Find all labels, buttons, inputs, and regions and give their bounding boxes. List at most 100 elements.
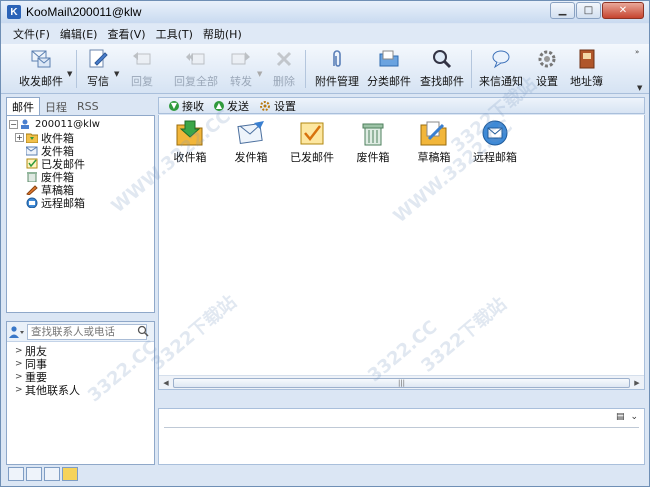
classify-folder-icon xyxy=(378,48,400,70)
delete-button[interactable]: 删除 xyxy=(273,46,295,92)
notify-button[interactable]: 来信通知 xyxy=(479,46,523,92)
layout-view-2-icon[interactable] xyxy=(26,467,42,481)
compose-button[interactable]: 写信 xyxy=(87,46,109,92)
forward-label: 转发 xyxy=(230,75,252,88)
folder-item-label: 已发邮件 xyxy=(290,151,334,164)
document-icon[interactable]: ▤ xyxy=(616,412,625,422)
toolbar-separator xyxy=(471,50,472,88)
settings-button[interactable]: 设置 xyxy=(536,46,558,92)
reply-button[interactable]: 回复 xyxy=(131,46,153,92)
menu-view[interactable]: 查看(V) xyxy=(107,26,145,42)
delete-icon xyxy=(273,48,295,70)
double-chevron-down-icon[interactable]: ⌄ xyxy=(630,412,638,422)
window-title: KooMail\200011@klw xyxy=(26,5,142,19)
settings-label: 设置 xyxy=(536,75,558,88)
account-icon xyxy=(21,119,29,129)
forward-button[interactable]: 转发 xyxy=(230,46,252,92)
find-mail-button[interactable]: 查找邮件 xyxy=(420,46,464,92)
app-window: K KooMail\200011@klw ▁ □ ✕ 文件(F) 编辑(E) 查… xyxy=(0,0,650,487)
toolbar-separator xyxy=(76,50,77,88)
toolbar-overflow-icon[interactable]: » xyxy=(635,48,639,56)
compose-dropdown-icon[interactable]: ▼ xyxy=(114,70,119,78)
contact-group-label: 其他联系人 xyxy=(25,383,80,397)
receive-icon: ▼ xyxy=(169,100,179,111)
tree-folder-label: 远程邮箱 xyxy=(41,196,85,210)
sub-settings-button[interactable]: 设置 xyxy=(259,98,296,114)
layout-switcher xyxy=(6,465,646,483)
folder-item-label: 废件箱 xyxy=(356,151,390,164)
tab-mail[interactable]: 邮件 xyxy=(6,97,40,115)
attachments-button[interactable]: 附件管理 xyxy=(315,46,359,92)
collapse-icon[interactable]: − xyxy=(9,120,18,129)
toolbar-separator xyxy=(305,50,306,88)
person-icon[interactable] xyxy=(9,325,27,339)
tab-calendar[interactable]: 日程 xyxy=(40,98,72,115)
reply-all-button[interactable]: 回复全部 xyxy=(174,46,218,92)
scroll-right-icon[interactable]: ▶ xyxy=(630,376,644,390)
speech-bubble-icon xyxy=(490,48,512,70)
maximize-button[interactable]: □ xyxy=(576,2,601,19)
forward-icon xyxy=(230,48,252,70)
toolbar-collapse-icon[interactable]: ▼ xyxy=(637,84,642,92)
inbox-folder-icon xyxy=(176,120,203,146)
settings-gear-icon xyxy=(260,100,270,111)
folder-item-outbox[interactable]: 发件箱 xyxy=(221,119,281,165)
minimize-button[interactable]: ▁ xyxy=(550,2,575,19)
folder-item-trash[interactable]: 废件箱 xyxy=(343,119,403,165)
send-button[interactable]: ▲ 发送 xyxy=(214,98,249,114)
window-controls: ▁ □ ✕ xyxy=(550,2,644,19)
layout-view-1-icon[interactable] xyxy=(8,467,24,481)
address-book-label: 地址簿 xyxy=(570,75,603,88)
notes-icon[interactable] xyxy=(62,467,78,481)
preview-divider xyxy=(164,427,639,428)
contact-groups: > 朋友 > 同事 > 重要 > 其他联系人 xyxy=(7,342,154,397)
mail-sub-toolbar: ▼ 接收 ▲ 发送 设置 xyxy=(158,97,645,114)
remote-mailbox-icon xyxy=(26,197,38,208)
sent-folder-icon xyxy=(300,122,324,145)
compose-icon xyxy=(87,48,109,70)
reply-label: 回复 xyxy=(131,75,153,88)
menu-file[interactable]: 文件(F) xyxy=(13,26,50,42)
scroll-thumb[interactable]: ||| xyxy=(173,377,630,388)
right-panel: ▼ 接收 ▲ 发送 设置 收件箱 发件箱 已发邮件 废件箱 草稿箱 远程邮箱 ◀… xyxy=(158,97,645,465)
search-icon[interactable] xyxy=(137,325,149,337)
contact-group-others[interactable]: > 其他联系人 xyxy=(7,383,154,397)
receive-button[interactable]: ▼ 接收 xyxy=(169,98,204,114)
send-receive-label: 收发邮件 xyxy=(19,75,63,88)
tree-folder-remote[interactable]: 远程邮箱 xyxy=(26,196,85,210)
classify-button[interactable]: 分类邮件 xyxy=(367,46,411,92)
folder-item-remote[interactable]: 远程邮箱 xyxy=(465,119,525,165)
address-book-button[interactable]: 地址簿 xyxy=(570,46,603,92)
folder-item-label: 发件箱 xyxy=(234,151,268,164)
expand-icon[interactable]: + xyxy=(15,133,24,142)
notify-label: 来信通知 xyxy=(479,75,523,88)
menu-tools[interactable]: 工具(T) xyxy=(156,26,193,42)
contacts-panel: > 朋友 > 同事 > 重要 > 其他联系人 xyxy=(6,321,155,465)
send-receive-dropdown-icon[interactable]: ▼ xyxy=(67,70,72,78)
preview-tools: ▤ ⌄ xyxy=(616,412,638,422)
find-mail-label: 查找邮件 xyxy=(420,75,464,88)
trash-icon xyxy=(27,172,37,182)
horizontal-scrollbar[interactable]: ◀ ||| ▶ xyxy=(159,375,644,389)
left-panel: 邮件 日程 RSS − 200011@klw + 收件箱 发件箱 已发邮件 废件… xyxy=(6,97,155,465)
title-bar[interactable]: K KooMail\200011@klw ▁ □ ✕ xyxy=(1,1,649,23)
close-button[interactable]: ✕ xyxy=(602,2,644,19)
send-label: 发送 xyxy=(227,99,249,113)
tab-rss[interactable]: RSS xyxy=(72,98,104,115)
outbox-icon xyxy=(26,146,38,156)
folder-item-drafts[interactable]: 草稿箱 xyxy=(404,119,464,165)
scroll-left-icon[interactable]: ◀ xyxy=(159,376,173,390)
folder-view: 收件箱 发件箱 已发邮件 废件箱 草稿箱 远程邮箱 ◀ ||| ▶ xyxy=(158,115,645,390)
outbox-folder-icon xyxy=(237,121,264,145)
app-logo-icon: K xyxy=(7,5,21,19)
menu-bar: 文件(F) 编辑(E) 查看(V) 工具(T) 帮助(H) xyxy=(1,24,649,44)
folder-item-inbox[interactable]: 收件箱 xyxy=(160,119,220,165)
trash-bin-icon xyxy=(362,123,384,146)
menu-help[interactable]: 帮助(H) xyxy=(203,26,242,42)
send-receive-button[interactable]: 收发邮件 xyxy=(19,46,63,92)
contact-search-input[interactable] xyxy=(27,323,147,340)
layout-view-3-icon[interactable] xyxy=(44,467,60,481)
forward-dropdown-icon[interactable]: ▼ xyxy=(257,70,262,78)
folder-item-sent[interactable]: 已发邮件 xyxy=(282,119,342,165)
menu-edit[interactable]: 编辑(E) xyxy=(60,26,98,42)
